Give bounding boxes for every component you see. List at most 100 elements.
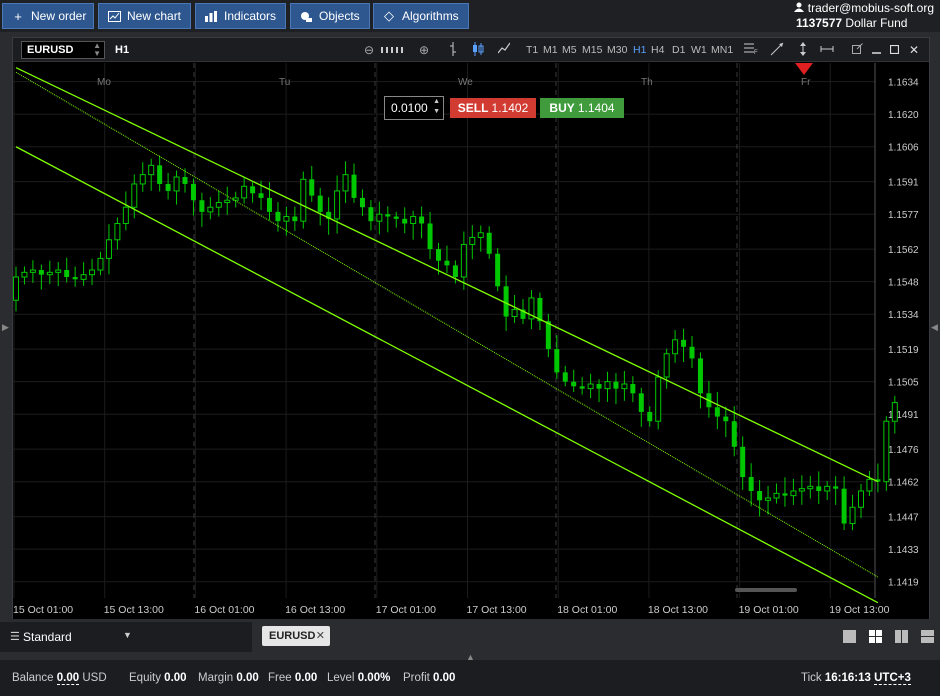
candle-bear (545, 321, 551, 350)
candle-bear (782, 493, 788, 496)
candle-bull (122, 206, 129, 224)
indicators-button[interactable]: Indicators (195, 3, 286, 29)
equity-group: Equity 0.00 (129, 672, 187, 684)
objects-icon (299, 9, 313, 23)
timeframe-mn1[interactable]: MN1 (711, 44, 733, 56)
candle-bear (697, 358, 703, 394)
close-tab-icon[interactable]: ✕ (316, 626, 325, 646)
bar-chart-type-icon[interactable] (446, 42, 460, 58)
chart-tab-eurusd[interactable]: EURUSD ✕ (262, 626, 330, 646)
zoom-out-icon[interactable]: ⊖ (362, 42, 376, 58)
account-status-bar: Balance 0.00 USD Equity 0.00 Margin 0.00… (0, 660, 940, 696)
chart-header: EURUSD ▲ ▼ H1 ⊖ ⊕ T1 M1 M5 M15 M30 H1 H4 D1 W1 MN1… (13, 38, 929, 62)
algorithms-label: Algorithms (402, 9, 459, 23)
sell-button[interactable]: SELL 1.1402 (450, 98, 536, 118)
timezone-selector[interactable]: UTC+3 (874, 672, 911, 685)
level-group: Level 0.00% (327, 672, 390, 684)
line-chart-type-icon[interactable] (497, 42, 511, 58)
candle-bear (503, 286, 509, 317)
candle-bull (672, 339, 679, 355)
profit-group: Profit 0.00 (403, 672, 455, 684)
new-chart-button[interactable]: New chart (98, 3, 191, 29)
zoom-slider[interactable] (380, 42, 410, 58)
timeframe-h4[interactable]: H4 (651, 44, 664, 56)
close-icon[interactable]: ✕ (908, 42, 920, 58)
balance-value[interactable]: 0.00 (56, 672, 80, 685)
timeframe-m15[interactable]: M15 (582, 44, 602, 56)
workspace-selector[interactable]: ☰ Standard ▼ (0, 622, 252, 652)
account-info[interactable]: trader@mobius-soft.org 1137577 Dollar Fu… (792, 0, 940, 32)
left-panel-toggle-icon[interactable]: ▶ (2, 322, 9, 333)
chart-scrollbar[interactable] (735, 588, 797, 592)
equity-value: 0.00 (164, 672, 187, 684)
candle-bull (849, 506, 856, 525)
candle-bear (495, 253, 501, 287)
candle-bull (97, 257, 104, 271)
day-label: Fr (801, 77, 811, 88)
zoom-in-icon[interactable]: ⊕ (417, 42, 431, 58)
new-order-button[interactable]: + New order (2, 3, 94, 29)
fibonacci-icon[interactable]: F (744, 42, 758, 58)
chart-plot-area[interactable]: 1.1634 1.1620 1.1606 1.1591 1.1577 1.1562 1.15… (13, 63, 929, 619)
trading-app: + New order New chart Indicators Objects… (0, 0, 940, 696)
detach-window-icon[interactable] (850, 42, 864, 58)
candle-bear (190, 183, 196, 201)
price-tick-label: 1.1476 (888, 445, 919, 456)
candle-bear (833, 486, 839, 489)
objects-label: Objects (319, 9, 360, 23)
layout-rows-icon[interactable] (921, 630, 934, 643)
candle-bull (241, 185, 248, 199)
objects-button[interactable]: Objects (290, 3, 370, 29)
right-panel-toggle-icon[interactable]: ◀ (931, 322, 938, 333)
buy-label: BUY (549, 101, 575, 115)
maximize-icon[interactable] (888, 42, 900, 58)
algorithms-button[interactable]: ◇ Algorithms (373, 3, 469, 29)
svg-text:F: F (754, 50, 758, 54)
price-tick-label: 1.1620 (888, 110, 919, 121)
timeframe-m5[interactable]: M5 (562, 44, 577, 56)
layout-grid-icon[interactable] (869, 630, 882, 643)
candle-bear (393, 216, 399, 219)
timeframe-m30[interactable]: M30 (607, 44, 627, 56)
chart-icon (107, 9, 121, 23)
price-tick-label: 1.1577 (888, 210, 919, 221)
time-tick-label: 19 Oct 13:00 (829, 604, 889, 616)
workspace-label: Standard (23, 630, 72, 644)
candle-bear (571, 381, 577, 387)
timeframe-w1[interactable]: W1 (691, 44, 707, 56)
trend-line-icon[interactable] (770, 42, 784, 58)
timeframe-m1[interactable]: M1 (543, 44, 558, 56)
timeframe-h1[interactable]: H1 (633, 44, 646, 56)
candle-bear (419, 216, 425, 224)
layout-single-icon[interactable] (843, 630, 856, 643)
symbol-selector[interactable]: EURUSD ▲ ▼ (21, 41, 105, 59)
candlestick-chart-type-icon[interactable] (471, 42, 485, 58)
candle-bull (891, 402, 898, 422)
candle-bull (621, 383, 628, 390)
candle-bear (275, 211, 281, 222)
time-tick-label: 18 Oct 13:00 (648, 604, 708, 616)
lot-size-input[interactable]: 0.0100 ▲ ▼ (384, 96, 444, 120)
vertical-line-icon[interactable] (796, 42, 810, 58)
timeframe-d1[interactable]: D1 (672, 44, 685, 56)
timeframe-t1[interactable]: T1 (526, 44, 538, 56)
candle-bull (55, 269, 62, 273)
candle-bull (139, 174, 146, 185)
buy-button[interactable]: BUY 1.1404 (540, 98, 624, 118)
layout-columns-icon[interactable] (895, 630, 908, 643)
price-tick-label: 1.1519 (888, 345, 919, 356)
level-value: 0.00% (357, 672, 391, 684)
price-tick-label: 1.1591 (888, 178, 919, 189)
candle-bull (89, 269, 96, 276)
chart-window: EURUSD ▲ ▼ H1 ⊖ ⊕ T1 M1 M5 M15 M30 H1 H4 D1 W1 MN1… (12, 37, 930, 619)
price-tick-label: 1.1534 (888, 310, 919, 321)
candle-bear (486, 232, 492, 254)
minimize-icon[interactable] (870, 42, 882, 58)
margin-group: Margin 0.00 (198, 672, 259, 684)
margin-label: Margin (198, 672, 234, 684)
horizontal-line-icon[interactable] (819, 42, 835, 58)
price-tick-label: 1.1634 (888, 78, 919, 89)
candle-bull (376, 213, 383, 222)
timeframe-label: H1 (115, 44, 130, 56)
price-chart[interactable]: 1.1634 1.1620 1.1606 1.1591 1.1577 1.1562 1.15… (13, 63, 929, 619)
